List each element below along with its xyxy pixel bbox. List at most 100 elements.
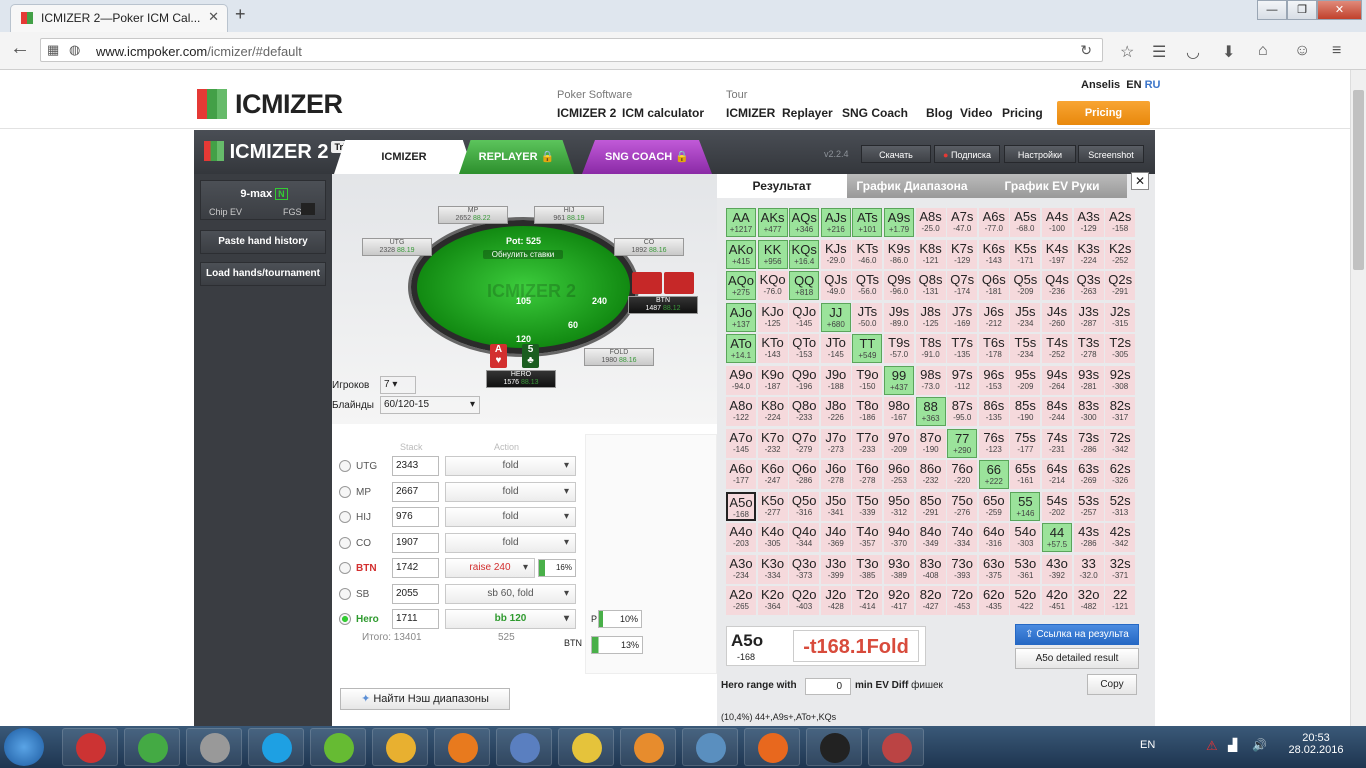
hand-cell[interactable]: 53s -257 [1073, 491, 1104, 521]
volume-icon[interactable]: 🔊 [1252, 738, 1267, 752]
hand-cell[interactable]: 76o -220 [947, 460, 978, 489]
page-scrollbar[interactable] [1350, 70, 1366, 726]
hand-cell[interactable]: K2o -364 [757, 586, 788, 615]
radio-mp[interactable] [339, 485, 351, 498]
action-select-utg[interactable]: fold [445, 456, 576, 476]
hand-cell[interactable]: 52s -313 [1105, 491, 1136, 521]
nav-sng-coach[interactable]: SNG Coach [842, 106, 908, 120]
hand-cell[interactable]: 92s -308 [1105, 365, 1136, 395]
hand-cell[interactable]: 73o -393 [947, 554, 978, 584]
hand-cell[interactable]: 76s -123 [978, 428, 1009, 458]
hand-cell[interactable]: 72s -342 [1105, 428, 1136, 458]
hand-cell[interactable]: Q4o -344 [789, 523, 820, 552]
stack-input-hij[interactable]: 976 [392, 507, 439, 527]
smile-icon[interactable]: ☺ [1294, 42, 1310, 60]
hand-cell[interactable]: K3o -334 [757, 554, 788, 584]
hand-cell[interactable]: A5s -68.0 [1010, 208, 1041, 237]
hand-cell[interactable]: AA +1217 [726, 208, 756, 237]
hand-cell[interactable]: 73s -286 [1073, 428, 1104, 458]
hand-cell[interactable]: 88 +363 [915, 397, 946, 426]
hand-cell[interactable]: J8s -125 [915, 302, 946, 332]
hand-cell[interactable]: A3o -234 [726, 554, 756, 584]
hand-cell[interactable]: AKs +477 [757, 208, 788, 237]
hand-cell[interactable]: T3s -278 [1073, 334, 1104, 363]
hand-cell[interactable]: 74s -231 [1042, 428, 1072, 458]
hand-cell[interactable]: 74o -334 [947, 523, 978, 552]
radio-hij[interactable] [339, 511, 351, 523]
hand-cell[interactable]: A8s -25.0 [915, 208, 946, 237]
hand-cell[interactable]: QTs -56.0 [852, 271, 883, 300]
hand-cell[interactable]: QQ +818 [789, 271, 820, 300]
hand-cell[interactable]: A7o -145 [726, 428, 756, 458]
hand-cell[interactable]: A9o -94.0 [726, 365, 756, 395]
hand-cell[interactable]: 99 +437 [884, 365, 914, 395]
tab-result[interactable]: Результат [717, 174, 847, 198]
hand-cell[interactable]: KTo -143 [757, 334, 788, 363]
hand-cell[interactable]: 97o -209 [884, 428, 914, 458]
hand-cell[interactable]: 86o -232 [915, 460, 946, 489]
hand-cell[interactable]: J9s -89.0 [884, 302, 914, 332]
hand-cell[interactable]: T4o -357 [852, 523, 883, 552]
hand-cell[interactable]: A5o -168 [726, 491, 756, 521]
hand-cell[interactable]: T8s -91.0 [915, 334, 946, 363]
hand-cell[interactable]: A8o -122 [726, 397, 756, 426]
hand-cell[interactable]: KQs +16.4 [789, 239, 820, 269]
hand-cell[interactable]: A2o -265 [726, 586, 756, 615]
seat-utg[interactable]: UTG 2328 88.19 [362, 238, 432, 256]
hand-cell[interactable]: 55 +146 [1010, 491, 1041, 521]
hand-cell[interactable]: 43s -286 [1073, 523, 1104, 552]
hand-cell[interactable]: 96s -153 [978, 365, 1009, 395]
hand-cell[interactable]: A7s -47.0 [947, 208, 978, 237]
hand-cell[interactable]: ATs +101 [852, 208, 883, 237]
picture-icon[interactable] [682, 728, 738, 766]
action-select-hero[interactable]: bb 120 [445, 609, 576, 629]
fgs-toggle[interactable] [301, 203, 315, 215]
hand-cell[interactable]: K8o -224 [757, 397, 788, 426]
hand-cell[interactable]: 75s -177 [1010, 428, 1041, 458]
hand-cell[interactable]: 95s -209 [1010, 365, 1041, 395]
hand-cell[interactable]: K7s -129 [947, 239, 978, 269]
close-tab-icon[interactable]: ✕ [208, 9, 219, 25]
format-box[interactable]: 9-max N Chip EV FGS [200, 180, 326, 220]
hand-cell[interactable]: T4s -252 [1042, 334, 1072, 363]
hand-cell[interactable]: 98s -73.0 [915, 365, 946, 395]
hand-cell[interactable]: J3o -399 [820, 554, 851, 584]
hand-cell[interactable]: Q9o -196 [789, 365, 820, 395]
radio-co[interactable] [339, 536, 351, 549]
hand-cell[interactable]: T8o -186 [852, 397, 883, 426]
hand-cell[interactable]: 83s -300 [1073, 397, 1104, 426]
hand-cell[interactable]: A2s -158 [1105, 208, 1136, 237]
hand-cell[interactable]: K5s -171 [1010, 239, 1041, 269]
close-results-icon[interactable]: ✕ [1131, 172, 1149, 190]
hand-cell[interactable]: Q7o -279 [789, 428, 820, 458]
hand-cell[interactable]: AQs +346 [789, 208, 820, 237]
download-button[interactable]: Скачать [861, 145, 931, 163]
hand-cell[interactable]: K2s -252 [1105, 239, 1136, 269]
nav-icm-calculator[interactable]: ICM calculator [622, 106, 704, 120]
copy-button[interactable]: Copy [1087, 674, 1137, 695]
hand-cell[interactable]: 93o -389 [884, 554, 914, 584]
hand-cell[interactable]: Q2s -291 [1105, 271, 1136, 300]
hand-cell[interactable]: QJo -145 [789, 302, 820, 332]
hand-cell[interactable]: KK +956 [757, 239, 788, 269]
share-link-button[interactable]: ⇪ Ссылка на результа [1015, 624, 1139, 645]
hand-cell[interactable]: J6o -278 [820, 460, 851, 489]
reset-bets-button[interactable]: Обнулить ставки [483, 250, 563, 259]
paint-icon[interactable] [868, 728, 924, 766]
scrollbar-thumb[interactable] [1353, 90, 1364, 270]
hand-cell[interactable]: K4s -197 [1042, 239, 1072, 269]
hand-cell[interactable]: A9s +1.79 [884, 208, 914, 237]
nav-video[interactable]: Video [960, 106, 992, 120]
hero-range-input[interactable]: 0 [805, 678, 851, 695]
menu-icon[interactable]: ≡ [1332, 42, 1341, 60]
star-icon[interactable]: ☆ [1120, 42, 1134, 62]
hand-cell[interactable]: Q3o -373 [789, 554, 820, 584]
network-icon[interactable]: ⚠ [1206, 738, 1218, 754]
hand-cell[interactable]: 83o -408 [915, 554, 946, 584]
action-select-sb[interactable]: sb 60, fold [445, 583, 576, 604]
hand-cell[interactable]: T9o -150 [852, 365, 883, 395]
hand-cell[interactable]: Q9s -96.0 [884, 271, 914, 300]
hand-cell[interactable]: AKo +415 [726, 239, 756, 269]
hand-cell[interactable]: T5o -339 [852, 491, 883, 521]
start-button[interactable] [4, 728, 44, 766]
